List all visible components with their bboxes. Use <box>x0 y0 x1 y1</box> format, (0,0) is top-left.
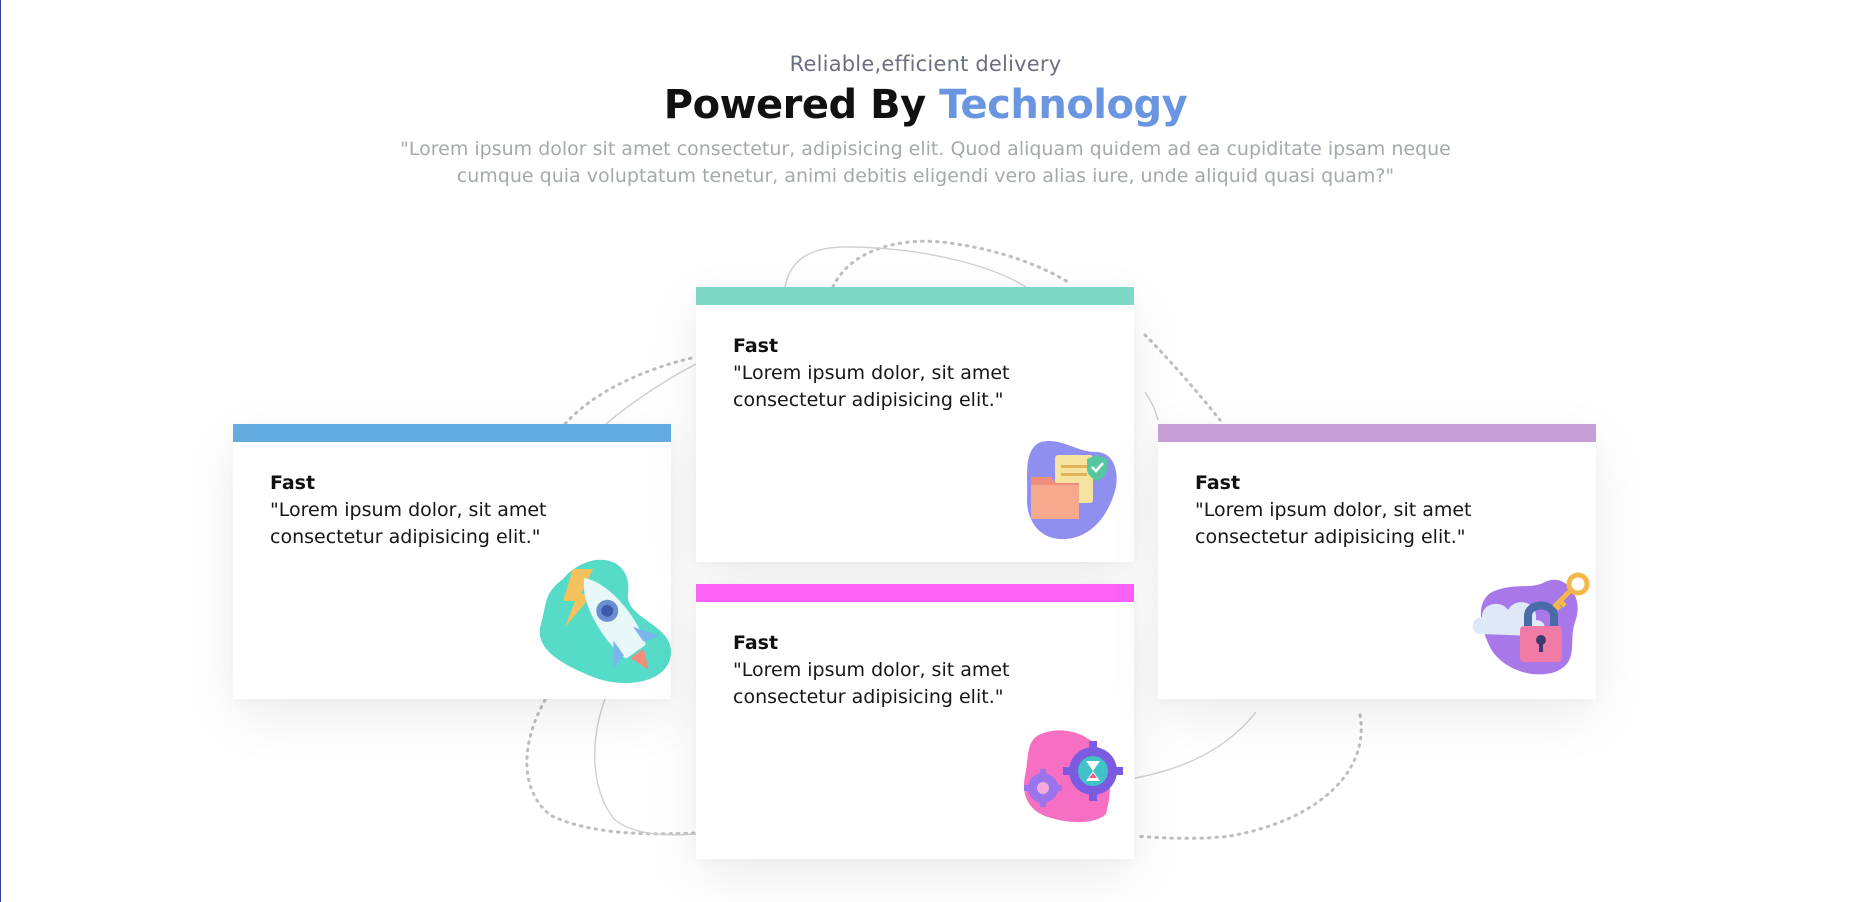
card-heading: Fast <box>733 632 779 654</box>
secure-folder-icon <box>1021 437 1121 542</box>
section-lead: "Lorem ipsum dolor sit amet consectetur,… <box>400 138 1451 187</box>
card-heading: Fast <box>1195 472 1241 494</box>
feature-card-fast-teal: Fast "Lorem ipsum dolor, sit amet consec… <box>696 287 1134 562</box>
cloud-lock-icon <box>1470 572 1595 684</box>
section-header: Reliable,efficient delivery Powered By T… <box>0 52 1851 190</box>
section-title: Powered By Technology <box>0 82 1851 128</box>
rocket-icon <box>533 549 673 689</box>
card-text: "Lorem ipsum dolor, sit amet consectetur… <box>733 659 1010 708</box>
card-heading: Fast <box>270 472 316 494</box>
title-accent: Technology <box>939 82 1188 128</box>
card-text: "Lorem ipsum dolor, sit amet consectetur… <box>733 362 1010 411</box>
card-heading: Fast <box>733 335 779 357</box>
gears-hourglass-icon <box>1021 726 1129 826</box>
card-accent-bar <box>233 424 671 442</box>
card-accent-bar <box>696 287 1134 305</box>
title-main: Powered By <box>663 82 940 128</box>
card-accent-bar <box>1158 424 1596 442</box>
card-text: "Lorem ipsum dolor, sit amet consectetur… <box>270 499 547 548</box>
card-text: "Lorem ipsum dolor, sit amet consectetur… <box>1195 499 1472 548</box>
card-accent-bar <box>696 584 1134 602</box>
feature-card-fast-pink: Fast "Lorem ipsum dolor, sit amet consec… <box>696 584 1134 859</box>
eyebrow-text: Reliable,efficient delivery <box>789 52 1062 76</box>
feature-card-fast-purple: Fast "Lorem ipsum dolor, sit amet consec… <box>1158 424 1596 699</box>
feature-card-fast-blue: Fast "Lorem ipsum dolor, sit amet consec… <box>233 424 673 699</box>
